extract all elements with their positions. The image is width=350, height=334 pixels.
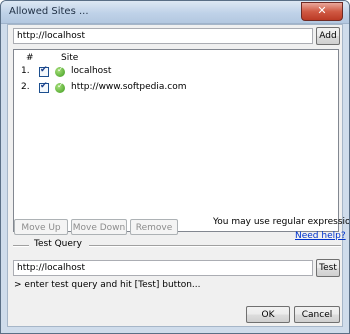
enabled-checkbox[interactable] (39, 81, 49, 93)
close-button[interactable]: ✕ (301, 2, 343, 21)
move-up-button[interactable]: Move Up (14, 219, 68, 235)
site-url-input[interactable]: http://localhost (13, 28, 313, 44)
sites-list[interactable]: # Site 1. localhost 2. http://www.softpe… (13, 49, 339, 232)
allowed-check-icon (55, 81, 65, 93)
dialog-body: http://localhost Add # Site 1. localhost… (7, 24, 349, 327)
test-button[interactable]: Test (316, 259, 340, 277)
ok-button[interactable]: OK (246, 306, 290, 323)
column-header-site: Site (61, 53, 79, 63)
allowed-check-icon (55, 65, 65, 77)
test-query-label: Test Query (34, 239, 82, 249)
separator-right (89, 245, 341, 247)
window-title: Allowed Sites ... (9, 6, 89, 17)
enabled-checkbox[interactable] (39, 65, 49, 77)
row-number: 1. (21, 66, 30, 76)
test-query-input[interactable]: http://localhost (13, 260, 313, 276)
allowed-sites-window: Allowed Sites ... ✕ http://localhost Add… (0, 0, 350, 334)
need-help-link[interactable]: Need help? (295, 231, 346, 241)
site-name: http://www.softpedia.com (71, 82, 187, 92)
separator-left (13, 245, 29, 247)
regex-note: You may use regular expressions! (213, 217, 350, 227)
title-bar[interactable]: Allowed Sites ... ✕ (1, 1, 349, 24)
move-down-button[interactable]: Move Down (71, 219, 127, 235)
column-header-num: # (26, 53, 34, 63)
site-name: localhost (71, 66, 112, 76)
remove-button[interactable]: Remove (130, 219, 178, 235)
add-button[interactable]: Add (316, 27, 340, 45)
cancel-button[interactable]: Cancel (294, 306, 340, 323)
test-result-text: > enter test query and hit [Test] button… (14, 280, 201, 290)
row-number: 2. (21, 82, 30, 92)
